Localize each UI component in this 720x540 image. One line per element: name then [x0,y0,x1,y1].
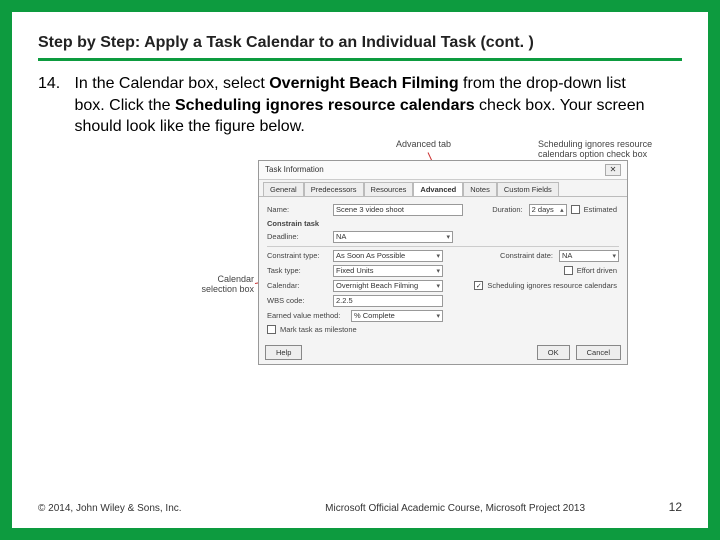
calendar-field[interactable]: Overnight Beach Filming▾ [333,280,443,292]
chevron-down-icon[interactable]: ▾ [436,282,440,290]
duration-field[interactable]: 2 days▴ [529,204,567,216]
tab-notes[interactable]: Notes [463,182,497,196]
dialog-tabs: General Predecessors Resources Advanced … [259,180,627,197]
footer-page-number: 12 [669,500,682,514]
step-number: 14. [38,73,68,95]
chevron-down-icon[interactable]: ▾ [436,252,440,260]
callout-advanced-tab: Advanced tab [396,140,451,150]
task-type-label: Task type: [267,266,329,275]
deadline-label: Deadline: [267,232,329,241]
ok-button[interactable]: OK [537,345,570,360]
screenshot-area: Advanced tab Scheduling ignores resource… [38,140,682,496]
milestone-label: Mark task as milestone [280,325,357,334]
task-type-field[interactable]: Fixed Units▾ [333,265,443,277]
effort-driven-label: Effort driven [577,266,617,275]
evm-field[interactable]: % Complete▾ [351,310,443,322]
spinner-icon[interactable]: ▴ [560,206,564,214]
dialog-title: Task Information [265,165,324,174]
effort-driven-checkbox[interactable] [564,266,573,275]
calendar-label: Calendar: [267,281,329,290]
tab-predecessors[interactable]: Predecessors [304,182,364,196]
evm-label: Earned value method: [267,311,347,320]
tab-resources[interactable]: Resources [364,182,414,196]
duration-label: Duration: [492,205,522,214]
footer-course: Microsoft Official Academic Course, Micr… [182,503,669,514]
slide-footer: © 2014, John Wiley & Sons, Inc. Microsof… [38,496,682,514]
task-information-dialog: Task Information ✕ General Predecessors … [258,160,628,365]
scheduling-ignores-label: Scheduling ignores resource calendars [487,281,617,290]
help-button[interactable]: Help [265,345,302,360]
estimated-checkbox[interactable] [571,205,580,214]
tab-general[interactable]: General [263,182,304,196]
footer-copyright: © 2014, John Wiley & Sons, Inc. [38,503,182,514]
wbs-field[interactable]: 2.2.5 [333,295,443,307]
chevron-down-icon[interactable]: ▾ [436,267,440,275]
constraint-type-label: Constraint type: [267,251,329,260]
estimated-label: Estimated [584,205,617,214]
name-field[interactable]: Scene 3 video shoot [333,204,463,216]
constraint-date-label: Constraint date: [500,251,553,260]
tab-advanced[interactable]: Advanced [413,182,463,196]
constraint-type-field[interactable]: As Soon As Possible▾ [333,250,443,262]
chevron-down-icon[interactable]: ▾ [446,233,450,241]
slide-heading: Step by Step: Apply a Task Calendar to a… [38,34,682,61]
close-icon[interactable]: ✕ [605,164,621,176]
deadline-field[interactable]: NA▾ [333,231,453,243]
name-label: Name: [267,205,329,214]
callout-scheduling-checkbox: Scheduling ignores resource calendars op… [538,140,658,160]
cancel-button[interactable]: Cancel [576,345,621,360]
constraint-date-field[interactable]: NA▾ [559,250,619,262]
callout-calendar-box: Calendar selection box [198,275,254,295]
wbs-label: WBS code: [267,296,329,305]
tab-custom-fields[interactable]: Custom Fields [497,182,559,196]
chevron-down-icon[interactable]: ▾ [612,252,616,260]
slide-frame: Step by Step: Apply a Task Calendar to a… [0,0,720,540]
chevron-down-icon[interactable]: ▾ [436,312,440,320]
milestone-checkbox[interactable] [267,325,276,334]
step-text: 14. In the Calendar box, select Overnigh… [38,73,682,138]
constrain-section: Constrain task [267,219,319,228]
scheduling-ignores-checkbox[interactable]: ✓ [474,281,483,290]
